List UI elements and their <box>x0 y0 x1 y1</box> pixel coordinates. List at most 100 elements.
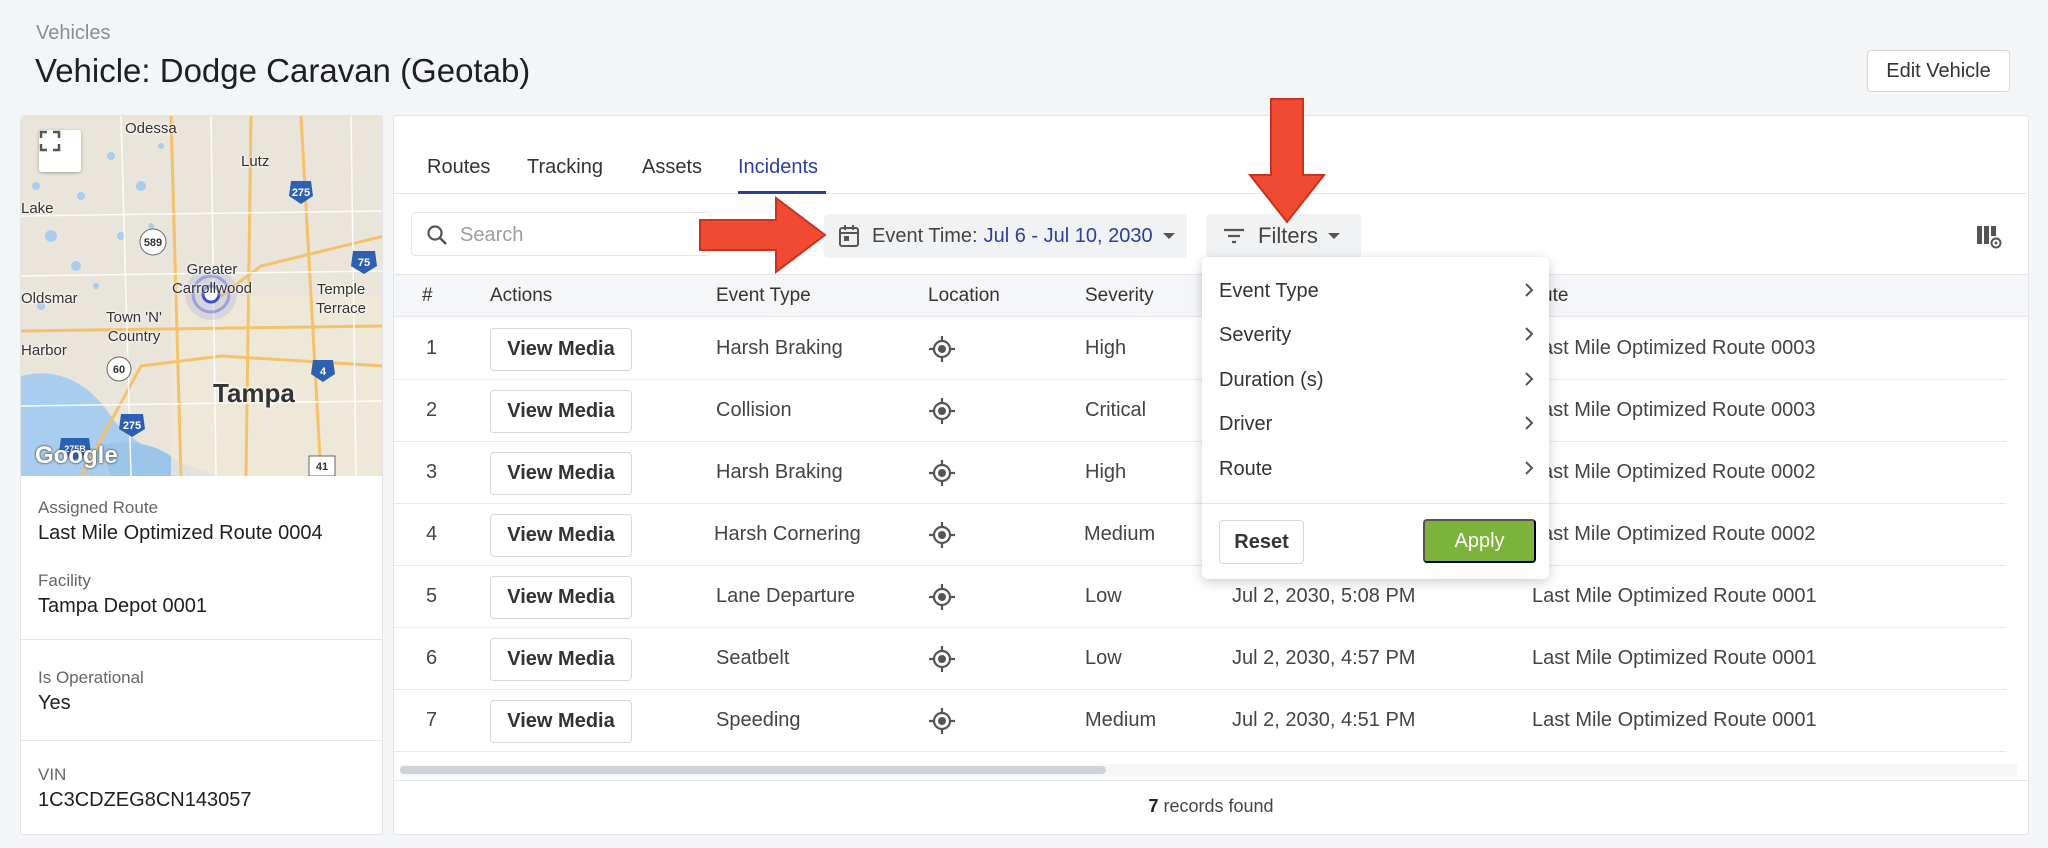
severity-cell: Critical <box>1085 399 1147 421</box>
location-icon[interactable] <box>928 521 956 549</box>
column-header[interactable]: # <box>422 285 433 307</box>
table-row[interactable]: 4 View Media Harsh Cornering Medium ast … <box>394 504 2006 566</box>
filter-menu-item-event-type[interactable]: Event Type <box>1219 280 1535 303</box>
horizontal-scrollbar[interactable] <box>400 764 2017 776</box>
event-time-filter[interactable]: Event Time: Jul 6 - Jul 10, 2030 <box>824 214 1187 258</box>
annotation-arrow-right <box>699 196 827 274</box>
filter-menu-item-duration[interactable]: Duration (s) <box>1219 369 1535 392</box>
field-label: Is Operational <box>38 668 144 687</box>
tab-tracking[interactable]: Tracking <box>527 156 603 179</box>
facility-field: Facility Tampa Depot 0001 <box>38 571 207 618</box>
column-settings-icon[interactable] <box>1976 224 2002 250</box>
field-label: Assigned Route <box>38 498 159 517</box>
tab-incidents[interactable]: Incidents <box>738 156 818 179</box>
table-row[interactable]: 5 View Media Lane Departure Low Jul 2, 2… <box>394 566 2006 628</box>
severity-cell: Medium <box>1084 523 1156 545</box>
svg-text:275: 275 <box>123 420 141 432</box>
filter-menu-label: Duration (s) <box>1219 369 1324 391</box>
fullscreen-button[interactable] <box>39 130 81 172</box>
vehicle-details-panel: 589 275 75 60 275 4 275B 41 Odessa Lutz … <box>20 115 383 835</box>
table-row[interactable]: 7 View Media Speeding Medium Jul 2, 2030… <box>394 690 2006 752</box>
column-header[interactable]: Actions <box>490 285 552 307</box>
field-label: Facility <box>38 571 91 590</box>
map-city-label: Tampa <box>213 378 295 408</box>
event-time-label: Event Time: <box>872 224 978 247</box>
event-time-cell: Jul 2, 2030, 4:57 PM <box>1232 647 1416 669</box>
svg-text:75: 75 <box>358 257 370 269</box>
map-label: Lutz <box>241 153 270 170</box>
location-icon[interactable] <box>928 397 956 425</box>
event-type-cell: Harsh Braking <box>716 337 843 359</box>
location-icon[interactable] <box>928 645 956 673</box>
table-row[interactable]: 3 View Media Harsh Braking High ast Mile… <box>394 442 2006 504</box>
records-number: 7 <box>1148 796 1159 816</box>
row-number: 1 <box>426 337 438 359</box>
filter-menu-label: Driver <box>1219 413 1273 435</box>
records-text: records found <box>1163 796 1274 816</box>
location-icon[interactable] <box>928 335 956 363</box>
view-media-button[interactable]: View Media <box>490 576 632 619</box>
svg-text:4: 4 <box>320 366 327 378</box>
view-media-button[interactable]: View Media <box>490 452 632 495</box>
location-icon[interactable] <box>928 459 956 487</box>
route-cell: Last Mile Optimized Route 0001 <box>1532 709 1817 731</box>
search-input[interactable] <box>460 221 700 249</box>
filter-menu-label: Event Type <box>1219 280 1319 302</box>
location-icon[interactable] <box>928 707 956 735</box>
svg-text:41: 41 <box>316 461 328 473</box>
severity-cell: High <box>1085 337 1127 359</box>
table-row[interactable]: 2 View Media Collision Critical ast Mile… <box>394 380 2006 442</box>
tab-assets[interactable]: Assets <box>642 156 702 179</box>
scrollbar-thumb[interactable] <box>400 766 1106 774</box>
route-cell: ast Mile Optimized Route 0003 <box>1542 399 1816 421</box>
edit-vehicle-button[interactable]: Edit Vehicle <box>1867 50 2010 92</box>
svg-text:589: 589 <box>144 237 162 249</box>
event-type-cell: Harsh Cornering <box>714 523 861 545</box>
event-time-cell: Jul 2, 2030, 5:08 PM <box>1232 585 1416 607</box>
filter-icon <box>1224 228 1244 244</box>
filters-dropdown: Event Type Severity Duration (s) Driver … <box>1202 257 1549 579</box>
active-tab-indicator <box>738 191 826 194</box>
row-number: 3 <box>426 461 438 483</box>
search-icon <box>427 225 447 245</box>
map-label: Temple Terrace <box>315 281 367 317</box>
filter-menu-item-severity[interactable]: Severity <box>1219 324 1535 347</box>
location-icon[interactable] <box>928 583 956 611</box>
view-media-button[interactable]: View Media <box>490 328 632 371</box>
filter-menu-item-route[interactable]: Route <box>1219 458 1535 481</box>
chevron-right-icon <box>1525 283 1534 297</box>
route-cell: Last Mile Optimized Route 0001 <box>1532 647 1817 669</box>
route-cell: Last Mile Optimized Route 0001 <box>1532 585 1817 607</box>
event-type-cell: Lane Departure <box>716 585 855 607</box>
filter-menu-item-driver[interactable]: Driver <box>1219 413 1535 436</box>
chevron-right-icon <box>1525 416 1534 430</box>
view-media-button[interactable]: View Media <box>490 390 632 433</box>
breadcrumb[interactable]: Vehicles <box>36 22 111 45</box>
route-cell: ast Mile Optimized Route 0002 <box>1542 523 1816 545</box>
map-label: Harbor <box>21 342 67 359</box>
apply-button[interactable]: Apply <box>1423 519 1536 563</box>
map-label: Oldsmar <box>21 290 78 307</box>
google-logo: Google <box>35 442 118 469</box>
field-value: Yes <box>38 692 71 714</box>
map[interactable]: 589 275 75 60 275 4 275B 41 Odessa Lutz … <box>21 116 382 476</box>
search-box[interactable] <box>411 212 711 256</box>
severity-cell: Low <box>1085 647 1122 669</box>
route-cell: ast Mile Optimized Route 0003 <box>1542 337 1816 359</box>
table-row[interactable]: 1 View Media Harsh Braking High ast Mile… <box>394 318 2006 380</box>
view-media-button[interactable]: View Media <box>490 700 632 743</box>
column-header[interactable]: Location <box>928 285 1000 307</box>
tab-routes[interactable]: Routes <box>427 156 490 179</box>
view-media-button[interactable]: View Media <box>490 514 632 557</box>
records-count: 7 records found <box>394 796 2028 817</box>
chevron-right-icon <box>1525 327 1534 341</box>
map-label: Greater Carrollwood <box>171 261 253 297</box>
assigned-route-field: Assigned Route Last Mile Optimized Route… <box>38 498 323 545</box>
is-operational-field: Is Operational Yes <box>38 668 144 715</box>
column-header[interactable]: Event Type <box>716 285 811 307</box>
table-row[interactable]: 6 View Media Seatbelt Low Jul 2, 2030, 4… <box>394 628 2006 690</box>
column-header[interactable]: Severity <box>1085 285 1154 307</box>
view-media-button[interactable]: View Media <box>490 638 632 681</box>
reset-button[interactable]: Reset <box>1219 520 1304 564</box>
event-type-cell: Seatbelt <box>716 647 790 669</box>
